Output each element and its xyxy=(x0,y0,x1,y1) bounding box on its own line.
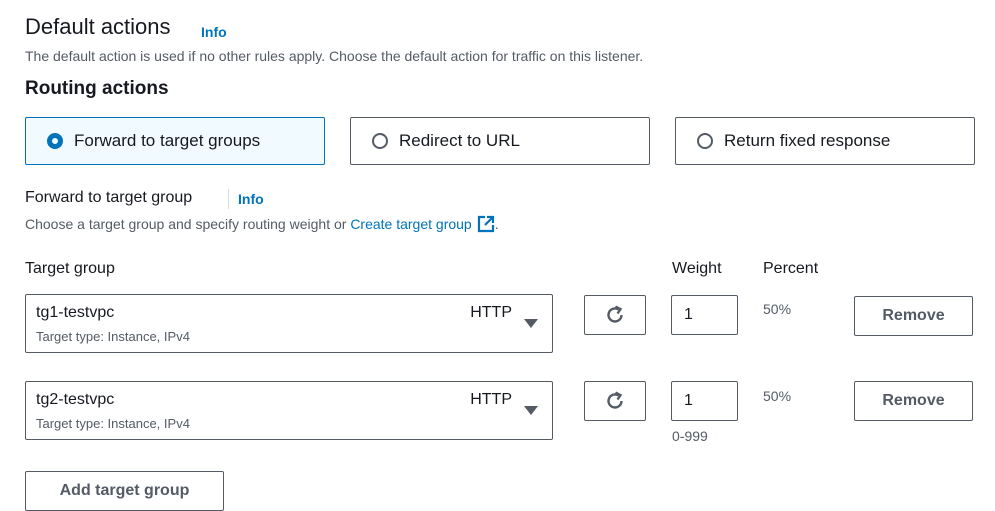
add-target-group-button[interactable]: Add target group xyxy=(25,471,224,511)
forward-description-text: Choose a target group and specify routin… xyxy=(25,216,347,232)
column-target-group: Target group xyxy=(25,260,115,277)
routing-option-fixed-response[interactable]: Return fixed response xyxy=(675,117,975,165)
weight-input[interactable] xyxy=(671,295,738,335)
routing-option-label: Return fixed response xyxy=(724,131,891,150)
weight-range-hint: 0-999 xyxy=(672,428,708,444)
external-link-icon[interactable] xyxy=(477,215,495,233)
remove-button[interactable]: Remove xyxy=(854,296,973,336)
section-description: The default action is used if no other r… xyxy=(25,48,644,64)
radio-unselected-icon[interactable] xyxy=(372,133,388,149)
caret-down-icon xyxy=(524,319,538,328)
refresh-button[interactable] xyxy=(584,295,646,335)
default-actions-info-link[interactable]: Info xyxy=(201,24,227,40)
forward-description: Choose a target group and specify routin… xyxy=(25,215,499,233)
target-group-name: tg2-testvpc xyxy=(36,391,115,408)
radio-selected-icon[interactable] xyxy=(47,133,63,149)
percent-value: 50% xyxy=(763,301,792,317)
radio-unselected-icon[interactable] xyxy=(697,133,713,149)
target-group-select[interactable]: tg1-testvpc Target type: Instance, IPv4 … xyxy=(25,294,553,353)
create-target-group-link[interactable]: Create target group xyxy=(350,216,471,232)
routing-option-redirect[interactable]: Redirect to URL xyxy=(350,117,650,165)
routing-actions-heading: Routing actions xyxy=(25,78,169,99)
forward-description-suffix: . xyxy=(494,216,499,232)
refresh-icon xyxy=(607,391,623,409)
column-weight: Weight xyxy=(672,260,722,277)
routing-option-label: Redirect to URL xyxy=(399,131,520,150)
remove-button[interactable]: Remove xyxy=(854,381,973,421)
column-percent: Percent xyxy=(763,260,819,277)
target-group-meta: Target type: Instance, IPv4 xyxy=(36,329,190,344)
target-group-meta: Target type: Instance, IPv4 xyxy=(36,416,190,431)
caret-down-icon xyxy=(524,406,538,415)
forward-info-link[interactable]: Info xyxy=(238,191,264,207)
weight-input[interactable] xyxy=(671,381,738,421)
target-group-protocol: HTTP xyxy=(470,391,512,408)
target-group-protocol: HTTP xyxy=(470,304,512,321)
target-group-name: tg1-testvpc xyxy=(36,304,115,321)
target-group-select[interactable]: tg2-testvpc Target type: Instance, IPv4 … xyxy=(25,381,553,440)
forward-label: Forward to target group xyxy=(25,189,193,206)
percent-value: 50% xyxy=(763,388,792,404)
refresh-icon xyxy=(607,305,623,323)
refresh-button[interactable] xyxy=(584,381,646,421)
routing-option-forward[interactable]: Forward to target groups xyxy=(25,117,325,165)
routing-option-label: Forward to target groups xyxy=(74,131,261,150)
section-title: Default actions xyxy=(25,14,171,39)
divider xyxy=(228,189,229,209)
